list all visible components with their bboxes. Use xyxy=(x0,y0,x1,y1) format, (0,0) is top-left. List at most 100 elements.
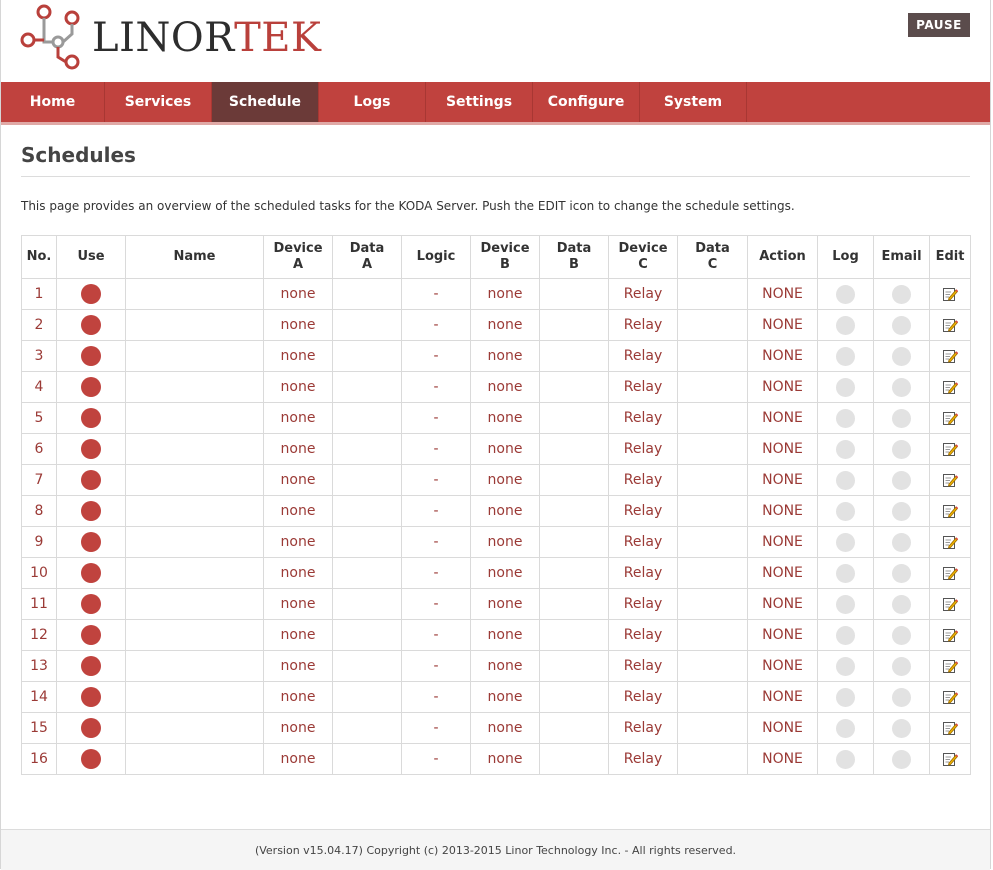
edit-icon[interactable] xyxy=(942,286,959,302)
cell-action: NONE xyxy=(747,402,818,434)
cell-device-c: Relay xyxy=(608,433,678,465)
column-header: Use xyxy=(56,235,126,279)
circuit-logo-icon xyxy=(20,4,80,70)
cell-device-a: none xyxy=(263,495,333,527)
edit-icon[interactable] xyxy=(942,689,959,705)
cell-data-b xyxy=(539,526,609,558)
edit-icon[interactable] xyxy=(942,441,959,457)
table-row: 16 none - none Relay NONE xyxy=(21,743,971,775)
edit-icon[interactable] xyxy=(942,596,959,612)
cell-no: 12 xyxy=(21,619,57,651)
cell-email xyxy=(873,588,930,620)
cell-log xyxy=(817,619,874,651)
status-dot-icon xyxy=(81,687,101,707)
cell-name xyxy=(125,309,264,341)
cell-action: NONE xyxy=(747,340,818,372)
nav-item-schedule[interactable]: Schedule xyxy=(212,82,319,122)
cell-data-b xyxy=(539,464,609,496)
cell-device-c: Relay xyxy=(608,650,678,682)
cell-edit xyxy=(929,712,971,744)
page-title: Schedules xyxy=(21,143,136,167)
nav-item-home[interactable]: Home xyxy=(1,82,105,122)
cell-data-a xyxy=(332,681,402,713)
cell-device-a: none xyxy=(263,340,333,372)
edit-icon[interactable] xyxy=(942,720,959,736)
column-header: No. xyxy=(21,235,57,279)
cell-no: 14 xyxy=(21,681,57,713)
cell-device-c: Relay xyxy=(608,309,678,341)
edit-icon[interactable] xyxy=(942,627,959,643)
column-header: Log xyxy=(817,235,874,279)
cell-data-c xyxy=(677,371,748,403)
cell-logic: - xyxy=(401,371,471,403)
edit-icon[interactable] xyxy=(942,751,959,767)
cell-log xyxy=(817,371,874,403)
edit-icon[interactable] xyxy=(942,410,959,426)
cell-no: 4 xyxy=(21,371,57,403)
edit-icon[interactable] xyxy=(942,348,959,364)
cell-device-b: none xyxy=(470,340,540,372)
nav-item-logs[interactable]: Logs xyxy=(319,82,426,122)
nav-item-configure[interactable]: Configure xyxy=(533,82,640,122)
edit-icon[interactable] xyxy=(942,565,959,581)
edit-icon[interactable] xyxy=(942,379,959,395)
cell-data-a xyxy=(332,464,402,496)
cell-data-b xyxy=(539,557,609,589)
cell-data-b xyxy=(539,371,609,403)
cell-data-b xyxy=(539,433,609,465)
edit-icon[interactable] xyxy=(942,317,959,333)
cell-data-b xyxy=(539,619,609,651)
status-dot-icon xyxy=(836,315,855,335)
cell-use xyxy=(56,650,126,682)
status-dot-icon xyxy=(836,501,855,521)
table-row: 7 none - none Relay NONE xyxy=(21,464,971,496)
cell-device-c: Relay xyxy=(608,588,678,620)
cell-data-a xyxy=(332,371,402,403)
cell-data-c xyxy=(677,278,748,310)
status-dot-icon xyxy=(836,563,855,583)
cell-data-a xyxy=(332,557,402,589)
status-dot-icon xyxy=(836,346,855,366)
cell-use xyxy=(56,433,126,465)
table-row: 9 none - none Relay NONE xyxy=(21,526,971,558)
cell-device-a: none xyxy=(263,278,333,310)
cell-device-a: none xyxy=(263,309,333,341)
cell-data-c xyxy=(677,650,748,682)
cell-no: 3 xyxy=(21,340,57,372)
nav-item-settings[interactable]: Settings xyxy=(426,82,533,122)
cell-device-a: none xyxy=(263,743,333,775)
cell-name xyxy=(125,557,264,589)
cell-device-a: none xyxy=(263,650,333,682)
cell-data-c xyxy=(677,619,748,651)
column-header: Data C xyxy=(677,235,748,279)
nav-item-system[interactable]: System xyxy=(640,82,747,122)
main-nav: Home Services Schedule Logs Settings Con… xyxy=(1,82,990,125)
cell-action: NONE xyxy=(747,681,818,713)
nav-item-services[interactable]: Services xyxy=(105,82,212,122)
status-dot-icon xyxy=(81,501,101,521)
cell-data-c xyxy=(677,743,748,775)
cell-data-c xyxy=(677,588,748,620)
edit-icon[interactable] xyxy=(942,472,959,488)
cell-device-b: none xyxy=(470,464,540,496)
cell-log xyxy=(817,557,874,589)
cell-data-b xyxy=(539,650,609,682)
cell-use xyxy=(56,588,126,620)
cell-device-b: none xyxy=(470,712,540,744)
cell-logic: - xyxy=(401,712,471,744)
cell-email xyxy=(873,309,930,341)
status-dot-icon xyxy=(81,656,101,676)
status-dot-icon xyxy=(892,377,911,397)
cell-email xyxy=(873,495,930,527)
cell-data-b xyxy=(539,402,609,434)
edit-icon[interactable] xyxy=(942,534,959,550)
cell-data-b xyxy=(539,278,609,310)
pause-button[interactable]: PAUSE xyxy=(908,13,970,37)
cell-use xyxy=(56,309,126,341)
column-header: Edit xyxy=(929,235,971,279)
status-dot-icon xyxy=(892,625,911,645)
edit-icon[interactable] xyxy=(942,503,959,519)
cell-no: 10 xyxy=(21,557,57,589)
cell-action: NONE xyxy=(747,371,818,403)
edit-icon[interactable] xyxy=(942,658,959,674)
